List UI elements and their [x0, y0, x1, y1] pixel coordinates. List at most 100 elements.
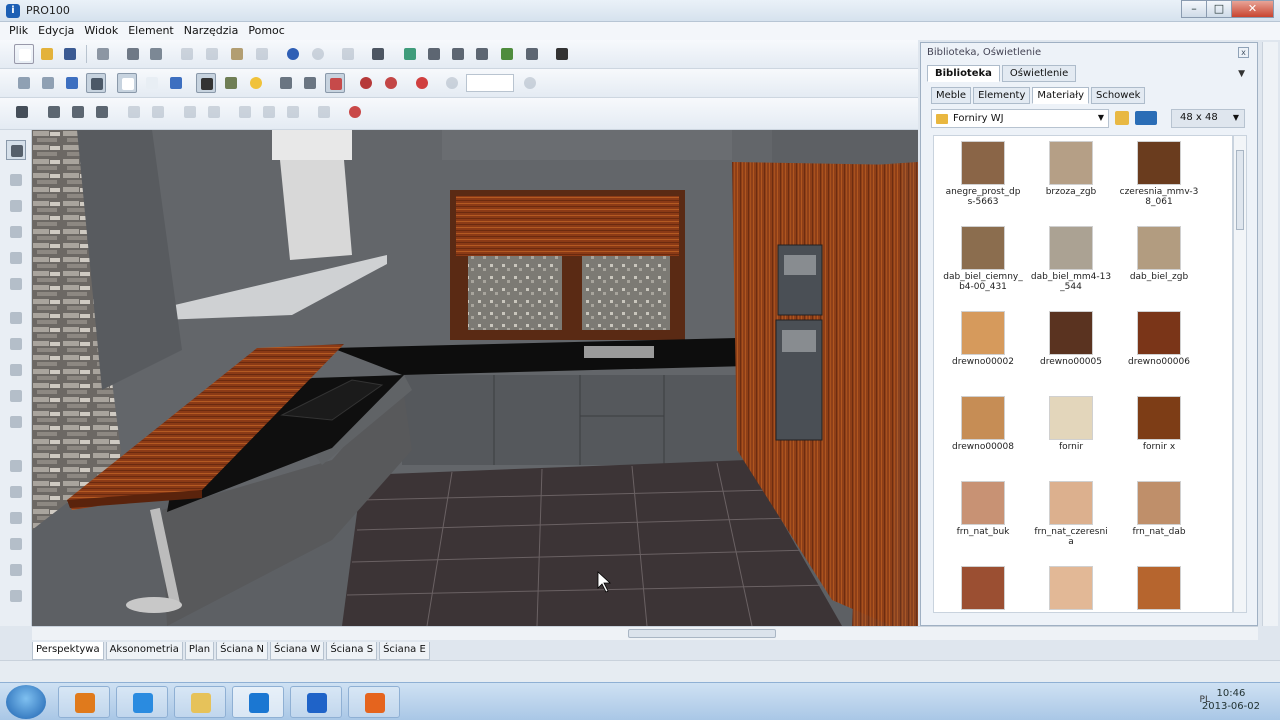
- material-item[interactable]: frn_nat_dab: [1116, 478, 1202, 563]
- tab-meble[interactable]: Meble: [931, 87, 972, 104]
- box-shaded-icon[interactable]: [142, 73, 162, 93]
- materials-vscrollbar[interactable]: [1233, 135, 1247, 613]
- move-icon[interactable]: [68, 102, 88, 122]
- render-icon[interactable]: [308, 44, 328, 64]
- start-button[interactable]: [6, 685, 46, 719]
- layout-icon[interactable]: [400, 44, 420, 64]
- material-item[interactable]: czeresnia_mmv-3 8_061: [1116, 138, 1202, 223]
- light-bulb-icon[interactable]: [246, 73, 266, 93]
- move-up-icon[interactable]: [44, 102, 64, 122]
- cross-move-icon[interactable]: [259, 102, 279, 122]
- ungroup-2-icon[interactable]: [148, 102, 168, 122]
- globe-icon[interactable]: [283, 44, 303, 64]
- tool-14-icon[interactable]: [6, 508, 26, 528]
- material-item[interactable]: fornir: [1028, 393, 1114, 478]
- material-item[interactable]: drewno00005: [1028, 308, 1114, 393]
- magnet-icon[interactable]: [356, 73, 376, 93]
- vscroll-thumb[interactable]: [1236, 150, 1244, 230]
- tool-4-icon[interactable]: [6, 222, 26, 242]
- thumb-size-select[interactable]: 48 x 48 ▼: [1171, 109, 1245, 128]
- upload-app-icon[interactable]: [290, 686, 342, 718]
- layout-4-icon[interactable]: [472, 44, 492, 64]
- internet-explorer-icon[interactable]: [116, 686, 168, 718]
- panel-close-icon[interactable]: x: [1238, 47, 1249, 58]
- clock[interactable]: 10:46 2013-06-02: [1202, 687, 1260, 713]
- menu-widok[interactable]: Widok: [79, 22, 123, 40]
- tab-elementy[interactable]: Elementy: [973, 87, 1031, 104]
- material-item[interactable]: [940, 563, 1026, 612]
- tool-10-icon[interactable]: [6, 386, 26, 406]
- panel-menu-chevron-icon[interactable]: ▼: [1238, 69, 1245, 79]
- top-view-icon[interactable]: [38, 73, 58, 93]
- tool-3-icon[interactable]: [6, 196, 26, 216]
- new-file-icon[interactable]: [14, 44, 34, 64]
- media-player-icon[interactable]: [58, 686, 110, 718]
- bc-app-icon[interactable]: [232, 686, 284, 718]
- pointer-tool-icon[interactable]: [6, 140, 26, 160]
- paste-icon[interactable]: [227, 44, 247, 64]
- folder-icon[interactable]: [174, 686, 226, 718]
- open-file-icon[interactable]: [37, 44, 57, 64]
- tool-9-icon[interactable]: [6, 360, 26, 380]
- tool-15-icon[interactable]: [6, 534, 26, 554]
- layout-2-icon[interactable]: [424, 44, 444, 64]
- tab-aksonometria[interactable]: Aksonometria: [105, 642, 183, 660]
- tool-8-icon[interactable]: [6, 334, 26, 354]
- cut-icon[interactable]: [177, 44, 197, 64]
- 3d-viewport[interactable]: [32, 130, 918, 626]
- sum-icon[interactable]: [552, 44, 572, 64]
- tool-5-icon[interactable]: [6, 248, 26, 268]
- box-blue-icon[interactable]: [166, 73, 186, 93]
- print-icon[interactable]: [123, 44, 143, 64]
- select-mode-icon[interactable]: [196, 73, 216, 93]
- material-item[interactable]: frn_nat_buk: [940, 478, 1026, 563]
- tab-perspektywa[interactable]: Perspektywa: [32, 642, 104, 660]
- align-icon[interactable]: [12, 102, 32, 122]
- stairs-tool-icon[interactable]: [6, 170, 26, 190]
- table-2-icon[interactable]: [522, 44, 542, 64]
- material-item[interactable]: [1028, 563, 1114, 612]
- tab-sciana-e[interactable]: Ściana E: [379, 642, 430, 660]
- zoom-in-icon[interactable]: [520, 73, 540, 93]
- rotate-icon[interactable]: [276, 73, 296, 93]
- tab-schowek[interactable]: Schowek: [1091, 87, 1146, 104]
- box-icon[interactable]: [117, 73, 137, 93]
- print-preview-icon[interactable]: [146, 44, 166, 64]
- front-view-icon[interactable]: [14, 73, 34, 93]
- minimize-button[interactable]: –: [1181, 0, 1207, 18]
- menu-edycja[interactable]: Edycja: [33, 22, 79, 40]
- folder-up-icon[interactable]: [1115, 111, 1129, 125]
- target-icon[interactable]: [412, 73, 432, 93]
- menu-narzedzia[interactable]: Narzędzia: [179, 22, 244, 40]
- copy-icon[interactable]: [202, 44, 222, 64]
- tool-13-icon[interactable]: [6, 482, 26, 502]
- export-icon[interactable]: [93, 44, 113, 64]
- layout-3-icon[interactable]: [448, 44, 468, 64]
- arrow-down-2-icon[interactable]: [204, 102, 224, 122]
- tool-11-icon[interactable]: [6, 412, 26, 432]
- material-item[interactable]: drewno00006: [1116, 308, 1202, 393]
- tab-sciana-n[interactable]: Ściana N: [216, 642, 269, 660]
- firefox-icon[interactable]: [348, 686, 400, 718]
- undo-icon[interactable]: [235, 102, 255, 122]
- material-item[interactable]: drewno00008: [940, 393, 1026, 478]
- tab-sciana-s[interactable]: Ściana S: [326, 642, 378, 660]
- view-3d-icon[interactable]: [86, 73, 106, 93]
- arrow-down-icon[interactable]: [180, 102, 200, 122]
- grid-icon[interactable]: [325, 73, 345, 93]
- table-icon[interactable]: [497, 44, 517, 64]
- viewport-hscrollbar[interactable]: [32, 626, 1258, 640]
- measure-icon[interactable]: [300, 73, 320, 93]
- material-item[interactable]: frn_nat_czeresni a: [1028, 478, 1114, 563]
- tool-6-icon[interactable]: [6, 274, 26, 294]
- material-item[interactable]: drewno00002: [940, 308, 1026, 393]
- tool-12-icon[interactable]: [6, 456, 26, 476]
- mirror-icon[interactable]: [314, 102, 334, 122]
- window-vscrollbar[interactable]: [1262, 42, 1278, 626]
- tab-oswietlenie[interactable]: Oświetlenie: [1001, 65, 1077, 82]
- material-item[interactable]: brzoza_zgb: [1028, 138, 1114, 223]
- arrow-up-icon[interactable]: [283, 102, 303, 122]
- hscroll-thumb[interactable]: [628, 629, 776, 638]
- tool-17-icon[interactable]: [6, 586, 26, 606]
- save-icon[interactable]: [60, 44, 80, 64]
